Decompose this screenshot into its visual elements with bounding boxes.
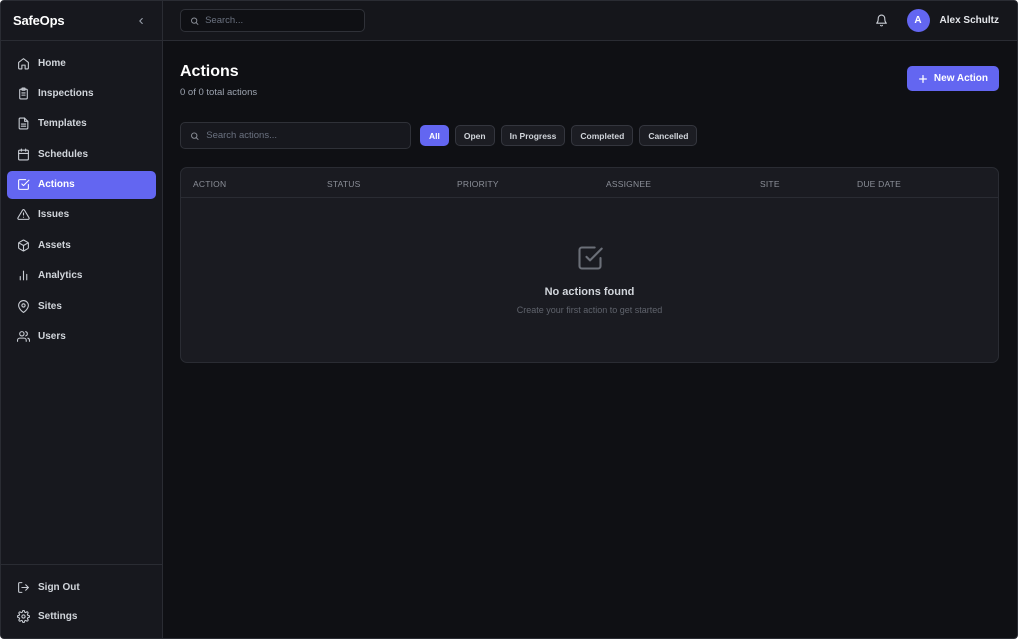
users-icon [16, 330, 30, 344]
search-icon [191, 17, 199, 25]
sidebar-nav: Home Inspections Templates Schedules Act… [1, 41, 162, 359]
column-header-action[interactable]: ACTION [193, 179, 226, 189]
actions-table: ACTION STATUS PRIORITY ASSIGNEE SITE DUE… [180, 167, 999, 363]
brand-logo: SafeOps [13, 13, 65, 28]
sidebar-item-label: Issues [38, 209, 70, 221]
calendar-icon [16, 147, 30, 161]
sidebar-item-label: Settings [38, 610, 78, 622]
sidebar-item-label: Actions [38, 179, 75, 191]
check-square-icon [577, 246, 603, 270]
column-header-priority[interactable]: PRIORITY [457, 179, 499, 189]
actions-search[interactable] [180, 122, 411, 149]
page-header: Actions 0 of 0 total actions New Action [180, 61, 999, 98]
sidebar-item-actions[interactable]: Actions [7, 170, 156, 199]
sidebar-item-templates[interactable]: Templates [7, 110, 156, 138]
sidebar-footer: Sign Out Settings [1, 564, 162, 638]
search-icon [191, 131, 199, 140]
sign-out-button[interactable]: Sign Out [7, 573, 156, 601]
column-header-assignee[interactable]: ASSIGNEE [606, 179, 651, 189]
new-action-button[interactable]: New Action [906, 66, 999, 91]
collapse-sidebar-button[interactable] [132, 12, 150, 30]
sidebar-item-inspections[interactable]: Inspections [7, 79, 156, 107]
sidebar-item-home[interactable]: Home [7, 49, 156, 77]
filter-in-progress[interactable]: In Progress [500, 125, 566, 146]
sidebar: SafeOps Home Inspections Templates Sched… [1, 1, 163, 638]
topbar-right: A Alex Schultz [873, 9, 999, 32]
page-title: Actions [180, 63, 239, 80]
column-header-site[interactable]: SITE [760, 179, 780, 189]
column-header-status[interactable]: STATUS [327, 179, 360, 189]
gear-icon [16, 609, 30, 623]
clipboard-icon [16, 86, 30, 100]
page-content: Actions 0 of 0 total actions New Action … [163, 41, 1017, 363]
empty-state: No actions found Create your first actio… [181, 198, 998, 315]
avatar[interactable]: A [906, 9, 930, 32]
global-search[interactable] [180, 9, 365, 32]
file-text-icon [16, 117, 30, 131]
plus-icon [918, 74, 927, 83]
sidebar-item-label: Analytics [38, 270, 83, 282]
topbar: A Alex Schultz [163, 1, 1017, 41]
user-name[interactable]: Alex Schultz [940, 15, 999, 26]
chevron-left-icon [139, 17, 143, 24]
filter-completed[interactable]: Completed [571, 125, 634, 146]
global-search-input[interactable] [205, 15, 355, 26]
sidebar-item-sites[interactable]: Sites [7, 292, 156, 320]
page-subtitle: 0 of 0 total actions [180, 87, 258, 98]
filter-all[interactable]: All [420, 125, 449, 146]
sidebar-item-label: Inspections [38, 87, 94, 99]
box-icon [16, 238, 30, 252]
sidebar-item-analytics[interactable]: Analytics [7, 262, 156, 290]
empty-state-title: No actions found [544, 286, 635, 298]
check-square-icon [16, 178, 30, 192]
sidebar-item-label: Users [38, 331, 66, 343]
main-area: A Alex Schultz Actions 0 of 0 total acti… [163, 1, 1017, 638]
sidebar-item-label: Templates [38, 118, 87, 130]
app-window: SafeOps Home Inspections Templates Sched… [0, 0, 1018, 639]
sidebar-item-users[interactable]: Users [7, 323, 156, 351]
sidebar-item-assets[interactable]: Assets [7, 231, 156, 259]
sidebar-item-label: Sign Out [38, 581, 80, 593]
sidebar-item-label: Assets [38, 239, 71, 251]
sidebar-item-label: Sites [38, 300, 62, 312]
filter-open[interactable]: Open [454, 125, 495, 146]
bell-icon [876, 14, 887, 27]
settings-button[interactable]: Settings [7, 602, 156, 630]
notifications-button[interactable] [873, 12, 891, 30]
filter-bar: All Open In Progress Completed Cancelled [180, 122, 999, 149]
home-icon [16, 56, 30, 70]
sidebar-header: SafeOps [1, 1, 162, 41]
new-action-label: New Action [933, 73, 988, 84]
actions-search-input[interactable] [206, 130, 401, 141]
table-header: ACTION STATUS PRIORITY ASSIGNEE SITE DUE… [181, 168, 998, 198]
sidebar-item-label: Home [38, 57, 66, 69]
filter-cancelled[interactable]: Cancelled [639, 125, 698, 146]
sidebar-item-schedules[interactable]: Schedules [7, 140, 156, 168]
sign-out-icon [16, 580, 30, 594]
bar-chart-icon [16, 269, 30, 283]
sidebar-item-label: Schedules [38, 148, 89, 160]
sidebar-item-issues[interactable]: Issues [7, 201, 156, 229]
map-pin-icon [16, 299, 30, 313]
empty-state-subtitle: Create your first action to get started [516, 305, 663, 315]
column-header-due-date[interactable]: DUE DATE [857, 179, 901, 189]
alert-triangle-icon [16, 208, 30, 222]
